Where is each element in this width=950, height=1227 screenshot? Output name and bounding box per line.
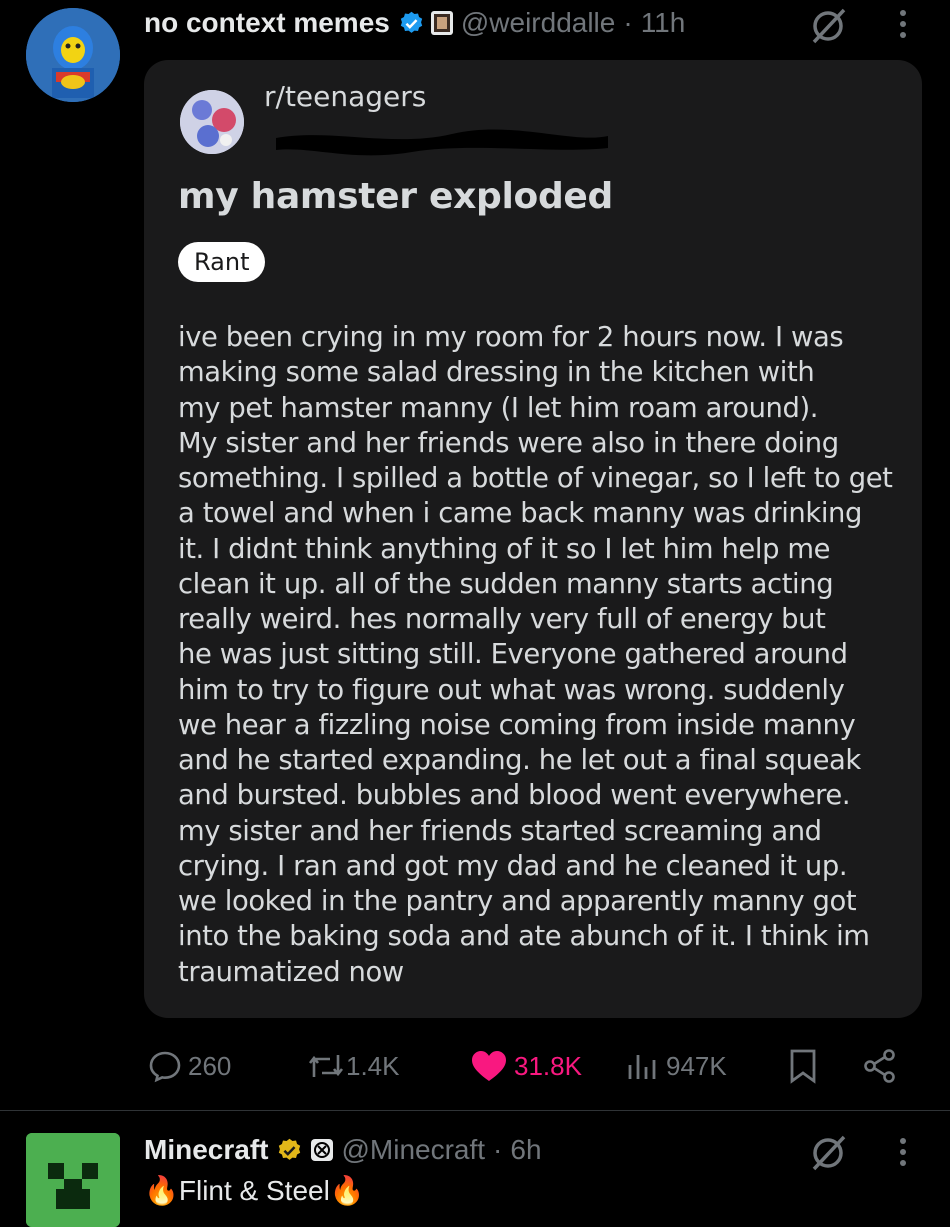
grok-icon[interactable] (808, 6, 848, 46)
post-body-line: it. I didnt think anything of it so I le… (178, 533, 831, 565)
post-body-line: my pet hamster manny (I let him roam aro… (178, 392, 819, 424)
like-count: 31.8K (514, 1050, 582, 1081)
reply-button[interactable]: 260 (148, 1040, 231, 1092)
separator-dot: · (623, 7, 633, 38)
views-analytics-icon (628, 1055, 656, 1079)
post-body-line: and he started expanding. he let out a f… (178, 745, 861, 776)
tweet-header: Minecraft @Minecraft · 6h (144, 1130, 542, 1170)
more-options-icon[interactable] (898, 1138, 908, 1166)
tweet-text-content: Flint & Steel (178, 1175, 330, 1206)
grok-icon[interactable] (808, 1133, 848, 1173)
share-button[interactable] (862, 1040, 898, 1092)
like-button[interactable]: 31.8K (470, 1040, 582, 1092)
tweet-text: 🔥Flint & Steel🔥 (144, 1174, 365, 1207)
user-avatar[interactable] (26, 8, 120, 102)
views-button[interactable]: 947K (626, 1040, 727, 1092)
reply-icon (149, 1051, 181, 1083)
subreddit-avatar (180, 90, 244, 154)
post-title: my hamster exploded (178, 176, 614, 217)
post-body-line: My sister and her friends were also in t… (178, 427, 839, 459)
display-name[interactable]: no context memes (144, 7, 390, 39)
tweet-header: no context memes @weirddalle · 11h (144, 3, 685, 43)
post-body-line: we hear a fizzling noise coming from ins… (178, 709, 856, 741)
view-count: 947K (666, 1050, 727, 1081)
post-body-line: we looked in the pantry and apparently m… (178, 886, 857, 917)
user-handle[interactable]: @weirddalle (461, 7, 616, 39)
bookmark-icon (790, 1049, 816, 1084)
share-icon (864, 1049, 895, 1083)
repost-icon (308, 1055, 344, 1077)
timestamp[interactable]: 11h (641, 7, 686, 39)
post-body-line: making some salad dressing in the kitche… (178, 357, 815, 389)
user-handle[interactable]: @Minecraft (341, 1134, 485, 1166)
affiliate-badge-icon (430, 11, 453, 35)
display-name[interactable]: Minecraft (144, 1134, 268, 1166)
post-flair: Rant (178, 242, 266, 282)
post-body-line: something. I spilled a bottle of vinegar… (178, 463, 893, 494)
post-body-line: him to try to figure out what was wrong.… (178, 674, 845, 706)
timestamp[interactable]: 6h (510, 1134, 541, 1166)
tweet-divider (0, 1110, 950, 1111)
post-body-line: crying. I ran and got my dad and he clea… (178, 850, 848, 882)
repost-count: 1.4K (346, 1050, 400, 1081)
fire-emoji: 🔥 (144, 1175, 179, 1206)
separator-dot: · (493, 1134, 503, 1165)
post-body-line: he was just sitting still. Everyone gath… (178, 639, 848, 671)
post-body-line: a towel and when i came back manny was d… (178, 498, 862, 530)
post-body-line: my sister and her friends started scream… (178, 815, 822, 847)
post-body-line: traumatized now (178, 956, 404, 988)
post-body-line: clean it up. all of the sudden manny sta… (178, 568, 834, 600)
post-body-line: ive been crying in my room for 2 hours n… (178, 322, 844, 353)
post-body-line: into the baking soda and ate abunch of i… (178, 921, 870, 953)
more-options-icon[interactable] (898, 10, 908, 38)
post-body: ive been crying in my room for 2 hours n… (178, 320, 898, 990)
bookmark-button[interactable] (788, 1040, 818, 1092)
post-body-line: really weird. hes normally very full of … (178, 604, 826, 635)
verified-badge-icon (400, 11, 423, 33)
heart-filled-icon (472, 1051, 506, 1081)
xbox-affiliate-icon (311, 1139, 334, 1161)
tweet-action-bar: 260 1.4K 31.8K 947K (0, 1040, 950, 1092)
fire-emoji: 🔥 (329, 1175, 365, 1206)
repost-button[interactable]: 1.4K (306, 1040, 400, 1092)
subreddit-name: r/teenagers (264, 80, 427, 113)
gold-verified-badge-icon (279, 1138, 301, 1160)
reply-count: 260 (188, 1050, 232, 1081)
post-body-line: and bursted. bubbles and blood went ever… (178, 780, 851, 812)
reddit-post-card[interactable]: r/teenagers my hamster exploded Rant ive… (144, 60, 922, 1018)
redacted-username-scribble (276, 129, 608, 156)
minecraft-avatar[interactable] (26, 1133, 120, 1227)
